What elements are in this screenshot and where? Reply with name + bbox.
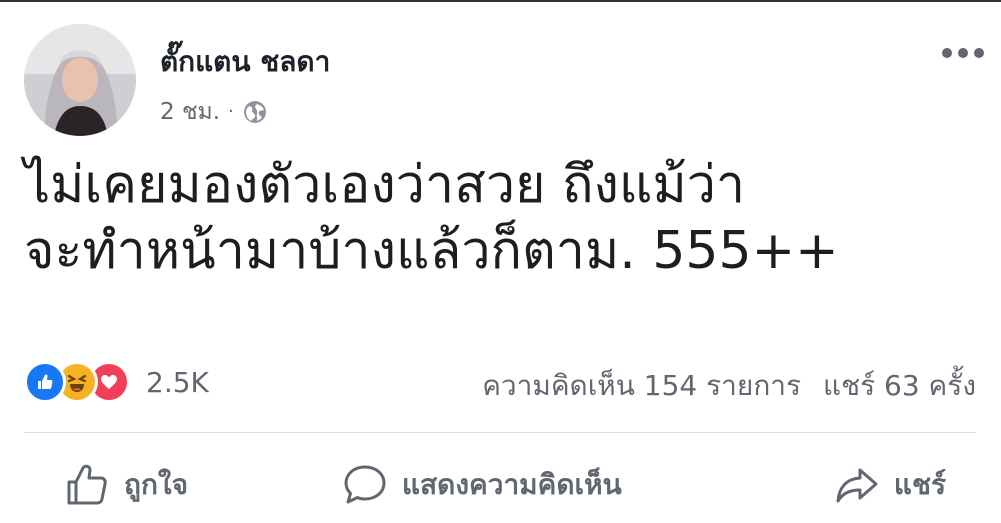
- post-stats: 2.5K ความคิดเห็น 154 รายการ แชร์ 63 ครั้…: [24, 354, 976, 406]
- comment-button[interactable]: แสดงความคิดเห็น: [342, 462, 622, 508]
- post-meta: 2 ชม. ·: [160, 94, 268, 130]
- avatar[interactable]: [24, 24, 136, 136]
- divider: [24, 432, 976, 433]
- post-time[interactable]: 2 ชม.: [160, 94, 220, 130]
- post-text: ไม่เคยมองตัวเองว่าสวย ถึงแม้ว่า จะทำหน้า…: [24, 155, 839, 281]
- comment-label: แสดงความคิดเห็น: [402, 468, 622, 501]
- engagement-counts: ความคิดเห็น 154 รายการ แชร์ 63 ครั้ง: [482, 364, 976, 408]
- comment-count[interactable]: ความคิดเห็น 154 รายการ: [482, 364, 801, 408]
- share-arrow-icon: [834, 462, 880, 508]
- avatar-photo: [24, 24, 136, 136]
- thumbs-up-icon: [64, 462, 110, 508]
- more-dot-icon: [958, 48, 968, 58]
- share-count[interactable]: แชร์ 63 ครั้ง: [823, 364, 976, 408]
- like-reaction-icon: [24, 361, 66, 403]
- reactions-summary[interactable]: 2.5K: [24, 361, 209, 403]
- like-label: ถูกใจ: [124, 468, 188, 501]
- share-button[interactable]: แชร์: [834, 462, 946, 508]
- author-name[interactable]: ตั๊กแตน ชลดา: [160, 40, 330, 84]
- reaction-count: 2.5K: [146, 365, 209, 399]
- meta-separator: ·: [228, 101, 234, 122]
- globe-icon: [242, 99, 268, 125]
- share-label: แชร์: [893, 468, 946, 501]
- more-dot-icon: [974, 48, 984, 58]
- more-options-button[interactable]: [942, 48, 984, 58]
- post-header: ตั๊กแตน ชลดา 2 ชม. ·: [24, 22, 984, 136]
- more-dot-icon: [942, 48, 952, 58]
- comment-bubble-icon: [342, 462, 388, 508]
- like-button[interactable]: ถูกใจ: [64, 462, 188, 508]
- post-action-bar: ถูกใจ แสดงความคิดเห็น แชร์: [24, 452, 976, 518]
